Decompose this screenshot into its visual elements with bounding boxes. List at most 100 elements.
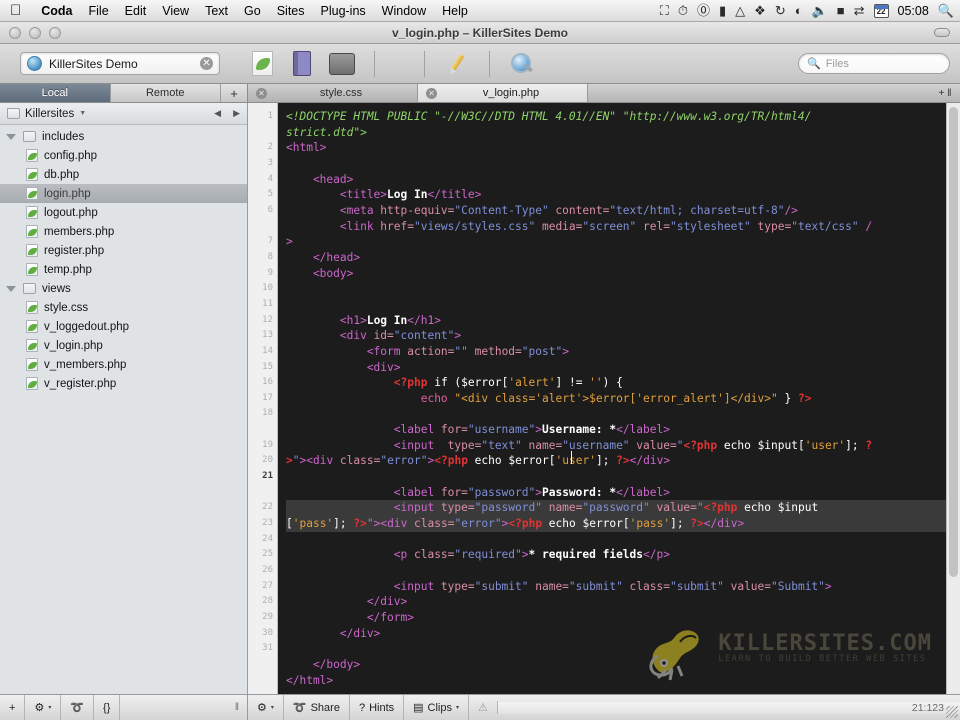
code-token: "username" [467,423,536,437]
share-button[interactable]: ➰ Share [284,695,350,720]
file-list-item[interactable]: register.php [0,241,247,260]
tab-local[interactable]: Local [0,84,111,102]
code-token: ><div [299,454,340,468]
tab-style-css[interactable]: ✕ style.css [248,84,418,102]
file-list-item[interactable]: v_register.php [0,374,247,393]
code-token: type= [447,438,482,452]
file-list-item[interactable]: temp.php [0,260,247,279]
code-token: ?> [616,454,630,468]
file-list-item[interactable]: style.css [0,298,247,317]
window-resize-grip[interactable] [946,706,958,718]
file-list-item[interactable]: includes [0,127,247,146]
screen-recording-icon[interactable]: ⛶ [660,4,669,17]
file-list-item[interactable]: login.php [0,184,247,203]
add-file-button[interactable]: + [0,695,26,720]
menu-view[interactable]: View [154,4,197,18]
code-token: "password" [582,501,650,515]
file-list-item[interactable]: v_members.php [0,355,247,374]
menu-coda[interactable]: Coda [33,4,80,18]
hints-button[interactable]: ? Hints [350,695,405,720]
flickr-icon[interactable]: ⓪ [697,4,710,17]
editor-gear-button[interactable]: ⚙ ▾ [248,695,284,720]
tab-list-button[interactable]: ‖ [947,88,951,99]
file-list: includes config.php db.php login.php logout.… [0,125,247,694]
editor-scrollbar[interactable] [946,103,960,694]
calendar-icon[interactable]: 22 [873,3,889,18]
line-number: 7 [267,236,273,247]
line-number: 21 [262,471,273,482]
code-braces-button[interactable]: {} [94,695,121,720]
window-title-bar[interactable]: v_login.php – KillerSites Demo [0,22,960,44]
sidebar-header[interactable]: Killersites ▼ ◀ ▶ [0,103,247,125]
resize-handle-icon[interactable]: ‖ [227,702,247,713]
search-icon[interactable]: 🔍 [938,4,954,17]
disclosure-triangle-icon[interactable] [6,285,16,292]
scrollbar-thumb[interactable] [949,107,958,577]
toolbar-toggle-button[interactable] [934,28,950,37]
css-file-icon [26,301,38,314]
file-list-item[interactable]: members.php [0,222,247,241]
php-file-icon [26,225,38,238]
terminal-button[interactable] [328,50,356,78]
file-list-item[interactable]: logout.php [0,203,247,222]
close-icon[interactable]: ✕ [426,87,437,99]
time-machine-icon[interactable]: ↻ [775,4,786,17]
battery-icon[interactable]: ■ [837,4,845,17]
preview-button[interactable] [508,50,536,78]
editor-button[interactable] [443,50,471,78]
line-number: 30 [262,627,273,638]
code-token: "text" [481,438,522,452]
files-search-field[interactable]: 🔍 Files [798,53,950,74]
file-list-item[interactable]: config.php [0,146,247,165]
clips-button[interactable]: ▤ Clips ▾ [404,695,470,720]
close-icon[interactable]: ✕ [256,87,267,99]
sync-icon[interactable]: ⇄ [854,4,865,17]
hints-label: Hints [369,701,395,714]
nav-forward-button[interactable]: ▶ [233,108,240,119]
code-text-area[interactable]: <!DOCTYPE HTML PUBLIC "-//W3C//DTD HTML … [278,103,946,694]
menu-sites[interactable]: Sites [269,4,313,18]
books-button[interactable] [288,50,316,78]
tab-remote[interactable]: Remote [110,84,221,102]
menu-bar-clock[interactable]: 05:08 [898,4,929,18]
add-panel-button[interactable]: + [221,84,247,102]
code-token: ?> [690,517,704,531]
chevron-down-icon[interactable]: ▼ [79,110,86,117]
menu-text[interactable]: Text [197,4,236,18]
menu-go[interactable]: Go [236,4,269,18]
timer-icon[interactable]: ⏱ [678,4,688,17]
terminal-icon [329,52,355,75]
chat-bubble-icon[interactable]: ▮ [719,4,726,17]
file-list-item[interactable]: views [0,279,247,298]
close-icon[interactable]: ✕ [200,57,213,70]
apple-menu-icon[interactable]:  [10,3,21,18]
line-number: 16 [262,377,273,388]
site-selector[interactable]: KillerSites Demo ✕ [20,52,220,75]
menu-plugins[interactable]: Plug-ins [313,4,374,18]
code-token: ]; [670,517,691,531]
settings-gear-button[interactable]: ⚙ ▾ [25,695,62,720]
nav-back-button[interactable]: ◀ [214,108,221,119]
code-token: name= [521,438,563,452]
menu-window[interactable]: Window [374,4,434,18]
file-list-item[interactable]: db.php [0,165,247,184]
code-line: </form> [286,610,946,626]
evernote-icon[interactable]: ❖ [754,4,766,17]
wifi-icon[interactable]: ◐ [795,4,803,17]
volume-icon[interactable]: 🔈 [812,4,828,17]
dropbox-icon[interactable]: △ [735,4,745,17]
transfer-button[interactable]: ➰ [61,695,95,720]
disclosure-triangle-icon[interactable] [6,133,16,140]
code-token: <link [286,219,381,233]
file-list-item[interactable]: v_login.php [0,336,247,355]
menu-file[interactable]: File [81,4,117,18]
code-token: echo [420,391,448,405]
menu-help[interactable]: Help [434,4,476,18]
code-token: rel= [636,219,670,233]
menu-edit[interactable]: Edit [117,4,155,18]
add-tab-button[interactable]: + [939,88,945,99]
validator-warning-icon[interactable]: ⚠ [469,701,498,714]
edit-mode-button[interactable] [248,50,276,78]
file-list-item[interactable]: v_loggedout.php [0,317,247,336]
tab-v-login-php[interactable]: ✕ v_login.php [418,84,588,102]
